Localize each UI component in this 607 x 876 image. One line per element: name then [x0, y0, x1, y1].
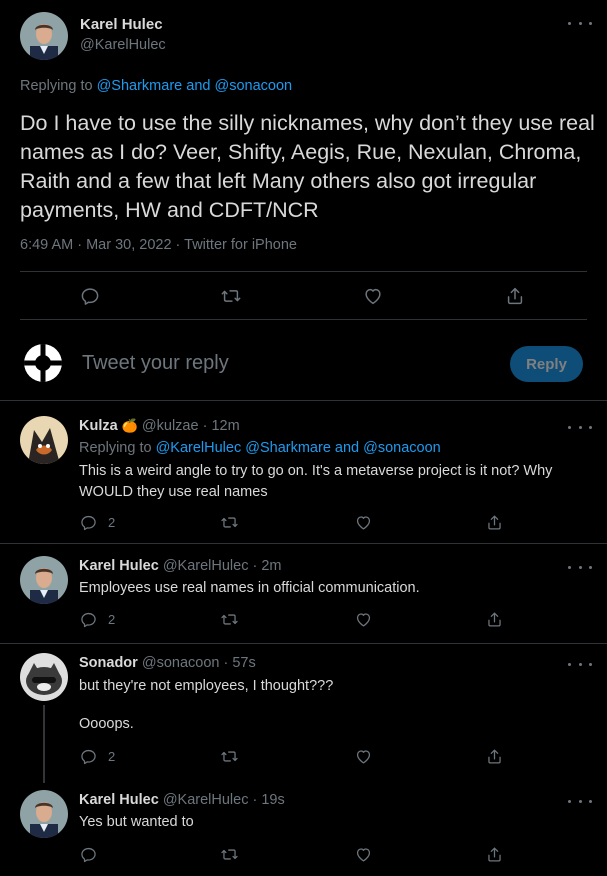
like-icon[interactable] — [354, 747, 373, 766]
mention-link[interactable]: @Sharkmare — [97, 78, 183, 94]
divider — [20, 319, 587, 320]
mention-link[interactable]: @KarelHulec @Sharkmare and @sonacoon — [156, 440, 441, 456]
tweet-text: Employees use real names in official com… — [79, 580, 420, 596]
tweet-timestamp[interactable]: 6:49 AM · Mar 30, 2022 · Twitter for iPh… — [20, 237, 297, 253]
like-icon[interactable] — [354, 513, 373, 532]
author-name[interactable]: Karel Hulec — [80, 16, 163, 33]
avatar[interactable] — [20, 556, 68, 604]
reply-count: 2 — [108, 515, 116, 530]
retweet-icon[interactable] — [220, 610, 239, 629]
reply-icon[interactable]: 2 — [79, 513, 115, 532]
replying-label: Replying to — [79, 440, 152, 456]
more-icon[interactable] — [568, 420, 592, 434]
tweet-text: but they're not employees, I thought??? — [79, 678, 334, 694]
author-handle[interactable]: @sonacoon — [142, 655, 220, 671]
retweet-icon[interactable] — [220, 285, 242, 307]
retweet-icon[interactable] — [220, 845, 239, 864]
reply-time[interactable]: · 12m — [203, 418, 240, 434]
reply-icon[interactable]: 2 — [79, 747, 115, 766]
like-icon[interactable] — [354, 845, 373, 864]
reply-header: Sonador @sonacoon · 57s — [79, 655, 256, 671]
tweet-text: Yes but wanted to — [79, 814, 194, 830]
replying-to: Replying to @KarelHulec @Sharkmare and @… — [79, 440, 441, 456]
reply-icon[interactable] — [79, 845, 98, 864]
more-icon[interactable] — [568, 657, 592, 671]
author-name[interactable]: Sonador — [79, 655, 138, 671]
retweet-icon[interactable] — [220, 747, 239, 766]
replying-and: and — [186, 78, 211, 94]
reply-time[interactable]: · 57s — [223, 655, 255, 671]
tweet-text: Do I have to use the silly nicknames, wh… — [20, 111, 595, 222]
share-icon[interactable] — [485, 845, 504, 864]
avatar — [24, 344, 62, 382]
share-icon[interactable] — [485, 513, 504, 532]
reply-icon[interactable]: 2 — [79, 610, 115, 629]
reply-time[interactable]: · 2m — [253, 558, 282, 574]
author-handle[interactable]: @KarelHulec — [80, 37, 166, 53]
reply-count: 2 — [108, 612, 116, 627]
reply-time[interactable]: · 19s — [253, 792, 285, 808]
tweet-text: This is a weird angle to try to go on. I… — [79, 463, 553, 500]
mention-link[interactable]: @sonacoon — [214, 78, 292, 94]
avatar[interactable] — [20, 653, 68, 701]
like-icon[interactable] — [362, 285, 384, 307]
replying-to: Replying to @Sharkmare and @sonacoon — [20, 78, 292, 94]
thread-line — [43, 705, 45, 783]
avatar[interactable] — [20, 416, 68, 464]
like-icon[interactable] — [354, 610, 373, 629]
share-icon[interactable] — [485, 747, 504, 766]
author-name[interactable]: Karel Hulec — [79, 792, 159, 808]
tweet-text: Oooops. — [79, 716, 134, 732]
avatar[interactable] — [20, 12, 68, 60]
divider — [20, 271, 587, 272]
avatar[interactable] — [20, 790, 68, 838]
more-icon[interactable] — [568, 560, 592, 574]
reply-count: 2 — [108, 749, 116, 764]
reply-header: Kulza 🍊 @kulzae · 12m — [79, 418, 240, 434]
author-handle[interactable]: @kulzae — [142, 418, 199, 434]
reply-header: Karel Hulec @KarelHulec · 19s — [79, 792, 285, 808]
reply-button[interactable]: Reply — [510, 346, 583, 382]
divider — [0, 643, 607, 644]
retweet-icon[interactable] — [220, 513, 239, 532]
author-handle[interactable]: @KarelHulec — [163, 792, 249, 808]
author-name[interactable]: Kulza — [79, 418, 118, 434]
divider — [0, 543, 607, 544]
author-handle[interactable]: @KarelHulec — [163, 558, 249, 574]
share-icon[interactable] — [504, 285, 526, 307]
more-icon[interactable] — [568, 794, 592, 808]
replying-label: Replying to — [20, 78, 93, 94]
more-icon[interactable] — [568, 16, 592, 30]
reply-input[interactable]: Tweet your reply — [82, 352, 482, 375]
name-emoji: 🍊 — [121, 418, 138, 433]
divider — [0, 400, 607, 401]
reply-icon[interactable] — [79, 285, 101, 307]
reply-header: Karel Hulec @KarelHulec · 2m — [79, 558, 282, 574]
author-name[interactable]: Karel Hulec — [79, 558, 159, 574]
share-icon[interactable] — [485, 610, 504, 629]
